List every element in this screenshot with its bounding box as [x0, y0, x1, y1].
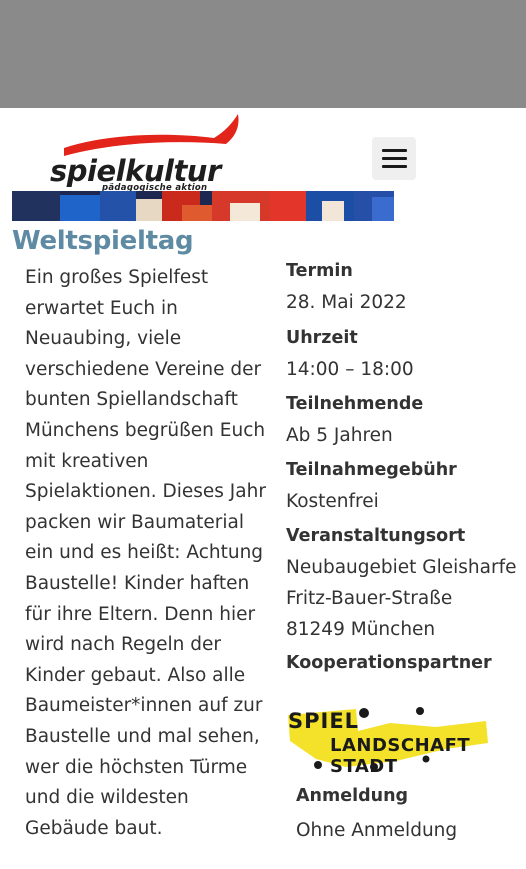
top-gray-bar: [0, 0, 526, 108]
description-line: Baumeister*innen auf zur: [25, 695, 263, 717]
description-line: und die wildesten: [25, 787, 189, 809]
description-line: wird nach Regeln der: [25, 634, 222, 656]
hamburger-menu-button[interactable]: [372, 137, 416, 180]
ort-line-2: Fritz-Bauer-Straße: [286, 588, 453, 609]
ort-label: Veranstaltungsort: [286, 526, 466, 546]
description-line: Neuaubing, viele: [25, 328, 182, 350]
spiellandschaft-stadt-logo[interactable]: SPIEL LANDSCHAFT STADT: [286, 701, 491, 777]
ort-line-1: Neubaugebiet Gleisharfe: [286, 557, 517, 578]
menu-bar-icon: [381, 149, 407, 152]
description-line: ein und es heißt: Achtung: [25, 542, 264, 564]
gebuehr-value: Kostenfrei: [286, 491, 379, 512]
menu-bar-icon: [381, 165, 407, 168]
gebuehr-label: Teilnahmegebühr: [286, 460, 457, 480]
ort-line-3: 81249 München: [286, 619, 436, 640]
description-line: Münchens begrüßen Euch: [25, 419, 266, 441]
description-line: Kinder gebaut. Also alle: [25, 664, 246, 686]
description-line: für ihre Eltern. Denn hier: [25, 603, 256, 625]
uhrzeit-value: 14:00 – 18:00: [286, 359, 414, 380]
description-line: Spielaktionen. Dieses Jahr: [25, 481, 266, 503]
event-description: Ein großes Spielfest erwartet Euch in Neua…: [25, 263, 266, 844]
description-line: mit kreativen: [25, 450, 149, 472]
menu-bar-icon: [381, 157, 407, 160]
description-line: Baustelle! Kinder haften: [25, 572, 250, 594]
description-line: Ein großes Spielfest: [25, 267, 209, 288]
description-line: wer die höchsten Türme: [25, 756, 248, 778]
building-blocks-image: [12, 191, 394, 221]
description-line: bunten Spiellandschaft: [25, 389, 238, 411]
anmeldung-label: Anmeldung: [296, 786, 409, 806]
termin-value: 28. Mai 2022: [286, 292, 407, 313]
uhrzeit-label: Uhrzeit: [286, 328, 358, 348]
description-line: packen wir Baumaterial: [25, 511, 245, 533]
anmeldung-value: Ohne Anmeldung: [296, 820, 458, 841]
description-line: Gebäude baut.: [25, 817, 163, 839]
partner-logo-text-1: SPIEL: [288, 709, 360, 733]
termin-label: Termin: [286, 261, 353, 281]
teilnehmende-label: Teilnehmende: [286, 394, 424, 414]
spielkultur-logo[interactable]: spielkultur pädagogische aktion: [46, 112, 246, 193]
hero-image: [12, 191, 394, 221]
teilnehmende-value: Ab 5 Jahren: [286, 425, 393, 446]
description-line: verschiedene Vereine der: [25, 358, 262, 380]
description-line: erwartet Euch in: [25, 297, 178, 319]
partner-logo-text-2: LANDSCHAFT STADT: [330, 735, 471, 777]
page: spielkultur pädagogische aktion Weltspie…: [0, 108, 526, 869]
description-line: Baustelle und mal sehen,: [25, 725, 260, 747]
page-title: Weltspieltag: [12, 226, 194, 256]
partner-label: Kooperationspartner: [286, 653, 492, 673]
